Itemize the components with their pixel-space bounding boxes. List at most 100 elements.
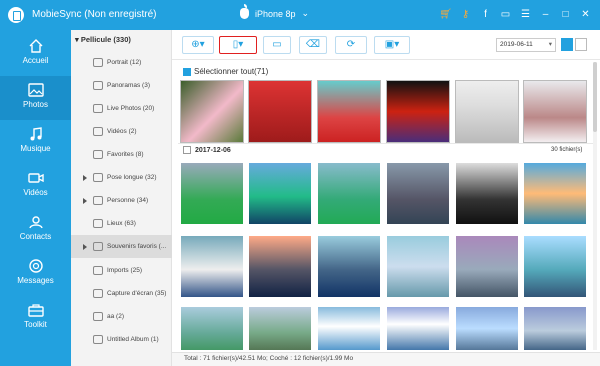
album-item[interactable]: Portrait (12)	[71, 51, 172, 74]
export-to-device-button[interactable]: ▯▾	[219, 36, 257, 54]
photo-thumbnail[interactable]	[181, 163, 243, 224]
album-header[interactable]: ▾ Pellicule (330)	[75, 35, 131, 44]
nav-item-messages[interactable]: Messages	[0, 252, 71, 296]
photo-thumbnail[interactable]	[248, 80, 312, 143]
photo-thumbnail[interactable]	[318, 307, 380, 350]
album-header-label: Pellicule (330)	[80, 35, 131, 44]
album-icon	[93, 219, 103, 228]
nav-item-toolkit[interactable]: Toolkit	[0, 296, 71, 340]
nav-item-videos[interactable]: Vidéos	[0, 164, 71, 208]
photo-thumbnail[interactable]	[524, 163, 586, 224]
album-label: Lieux (63)	[107, 220, 136, 227]
date-group-header[interactable]: 2017-12-06	[183, 146, 231, 154]
expand-arrow-icon[interactable]	[83, 243, 87, 250]
album-item[interactable]: Pose longue (32)	[71, 166, 172, 189]
album-label: Portrait (12)	[107, 59, 142, 66]
minimize-icon[interactable]: –	[539, 8, 552, 21]
device-selector[interactable]: iPhone 8p ⌄	[240, 4, 309, 19]
date-select[interactable]: 2019-06-11	[496, 38, 556, 52]
photo-thumbnail[interactable]	[180, 80, 244, 143]
photo-thumbnail[interactable]	[249, 163, 311, 224]
album-icon	[93, 196, 103, 205]
album-item[interactable]: Personne (34)	[71, 189, 172, 212]
close-icon[interactable]: ✕	[579, 8, 592, 21]
album-icon	[93, 242, 103, 251]
toolbox-icon: ▣▾	[384, 39, 400, 50]
photo-thumbnail[interactable]	[456, 163, 518, 224]
app-title: MobieSync (Non enregistré)	[32, 9, 157, 20]
nav-item-musique[interactable]: Musique	[0, 120, 71, 164]
photo-thumbnail[interactable]	[249, 307, 311, 350]
delete-button[interactable]: ⌫	[299, 36, 327, 54]
album-item[interactable]: Favorites (8)	[71, 143, 172, 166]
export-to-device-icon: ▯▾	[232, 39, 244, 50]
facebook-icon[interactable]: f	[479, 8, 492, 21]
album-icon	[93, 150, 103, 159]
photo-thumbnail[interactable]	[181, 236, 243, 297]
scrollbar-thumb[interactable]	[593, 62, 597, 132]
maximize-icon[interactable]: □	[559, 8, 572, 21]
nav-item-contacts[interactable]: Contacts	[0, 208, 71, 252]
album-item[interactable]: Lieux (63)	[71, 212, 172, 235]
photo-thumbnail[interactable]	[318, 163, 380, 224]
grid-view-icon[interactable]	[561, 38, 573, 51]
photo-thumbnail[interactable]	[318, 236, 380, 297]
photo-thumbnail[interactable]	[524, 307, 586, 350]
photo-thumbnail[interactable]	[387, 163, 449, 224]
expand-arrow-icon[interactable]	[83, 174, 87, 181]
photo-thumbnail[interactable]	[523, 80, 587, 143]
feedback-icon[interactable]: ▭	[499, 8, 512, 21]
select-all-label: Sélectionner tout(71)	[194, 67, 269, 76]
photo-thumbnail[interactable]	[386, 80, 450, 143]
album-item[interactable]: Imports (25)	[71, 259, 172, 282]
home-icon	[29, 39, 42, 53]
album-label: Live Photos (20)	[107, 105, 155, 112]
photo-thumbnail[interactable]	[181, 307, 243, 350]
add-button[interactable]: ⊕▾	[182, 36, 214, 54]
album-item[interactable]: Untitled Album (1)	[71, 328, 172, 351]
title-bar: MobieSync (Non enregistré) iPhone 8p ⌄ 🛒…	[0, 0, 600, 30]
add-icon: ⊕▾	[191, 39, 205, 50]
photo-thumbnail[interactable]	[524, 236, 586, 297]
album-item[interactable]: Souvenirs favoris (...	[71, 235, 172, 258]
photo-thumbnail[interactable]	[456, 236, 518, 297]
album-label: Vidéos (2)	[107, 128, 137, 135]
menu-icon[interactable]: ☰	[519, 8, 532, 21]
photo-thumbnail[interactable]	[317, 80, 381, 143]
photo-thumbnail[interactable]	[387, 307, 449, 350]
album-item[interactable]: Vidéos (2)	[71, 120, 172, 143]
group-checkbox[interactable]	[183, 146, 191, 154]
album-icon	[93, 335, 103, 344]
album-item[interactable]: Panoramas (3)	[71, 74, 172, 97]
video-icon	[27, 173, 44, 183]
photo-thumbnail[interactable]	[249, 236, 311, 297]
photo-thumbnail[interactable]	[387, 236, 449, 297]
main-nav: Accueil Photos Musique Vidéos Contacts M…	[0, 30, 71, 366]
photo-thumbnail[interactable]	[456, 307, 518, 350]
music-icon	[30, 127, 42, 141]
album-item[interactable]: aa (2)	[71, 305, 172, 328]
nav-item-accueil[interactable]: Accueil	[0, 32, 71, 76]
nav-label: Vidéos	[23, 188, 48, 197]
nav-label: Photos	[23, 100, 48, 109]
nav-label: Musique	[20, 144, 51, 153]
export-to-pc-icon: ▭	[272, 39, 282, 50]
nav-item-photos[interactable]: Photos	[0, 76, 71, 120]
cart-icon[interactable]: 🛒︎	[439, 8, 452, 21]
refresh-icon: ⟳	[346, 39, 356, 50]
select-all[interactable]: Sélectionner tout(71)	[183, 67, 268, 76]
refresh-button[interactable]: ⟳	[335, 36, 367, 54]
select-all-checkbox[interactable]	[183, 67, 191, 76]
album-icon	[93, 58, 103, 67]
album-label: Imports (25)	[107, 267, 143, 274]
photo-thumbnail[interactable]	[455, 80, 519, 143]
album-label: Pose longue (32)	[107, 174, 157, 181]
album-item[interactable]: Capture d'écran (35)	[71, 282, 172, 305]
export-to-pc-button[interactable]: ▭	[263, 36, 291, 54]
toolbox-button[interactable]: ▣▾	[374, 36, 410, 54]
album-item[interactable]: Live Photos (20)	[71, 97, 172, 120]
expand-arrow-icon[interactable]	[83, 197, 87, 204]
key-icon[interactable]: ⚷	[459, 8, 472, 21]
album-label: Souvenirs favoris (...	[107, 243, 167, 250]
list-view-icon[interactable]	[575, 38, 587, 51]
